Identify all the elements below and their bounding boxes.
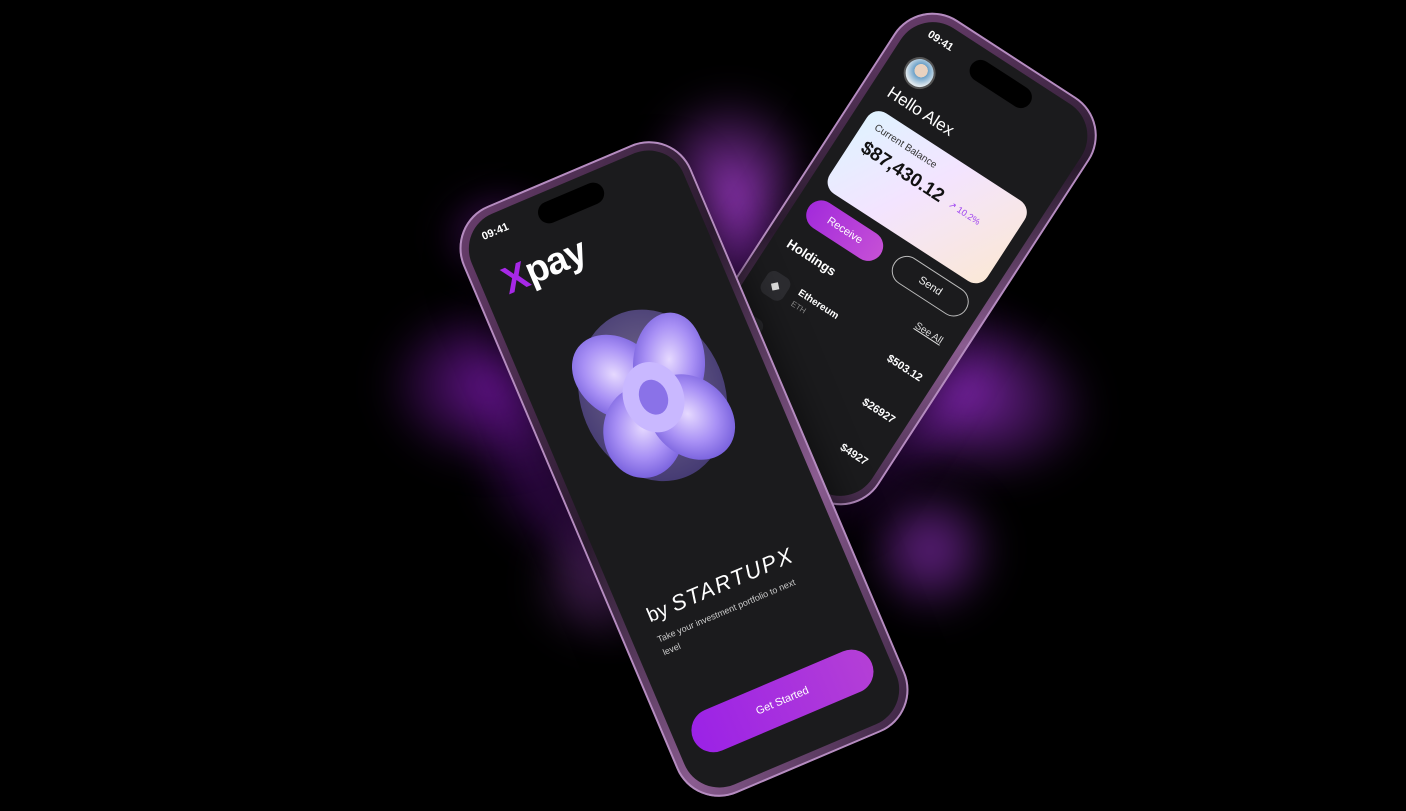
- xpay-logo: Xpay: [496, 230, 593, 303]
- ethereum-icon: ◆: [757, 267, 794, 304]
- status-time: 09:41: [480, 220, 511, 243]
- dynamic-island: [964, 55, 1036, 113]
- hero-stage: 09:41 Hello Alex ⚙ Current Balance $87,4…: [0, 0, 1406, 811]
- dynamic-island: [534, 179, 608, 227]
- holdings-title: Holdings: [784, 236, 839, 279]
- abstract-flower-illustration: [571, 309, 736, 482]
- balance-card: Current Balance $87,430.12 ↗ 10.2%: [822, 105, 1033, 289]
- holding-value: $503.12: [884, 352, 925, 385]
- get-started-button[interactable]: Get Started: [684, 642, 881, 760]
- see-all-link[interactable]: See All: [913, 320, 945, 346]
- holding-value: $26927: [859, 396, 898, 427]
- balance-change: ↗ 10.2%: [946, 199, 983, 227]
- status-time: 09:41: [925, 28, 956, 54]
- holding-value: $4927: [837, 441, 870, 469]
- powder-splash: [860, 480, 1000, 620]
